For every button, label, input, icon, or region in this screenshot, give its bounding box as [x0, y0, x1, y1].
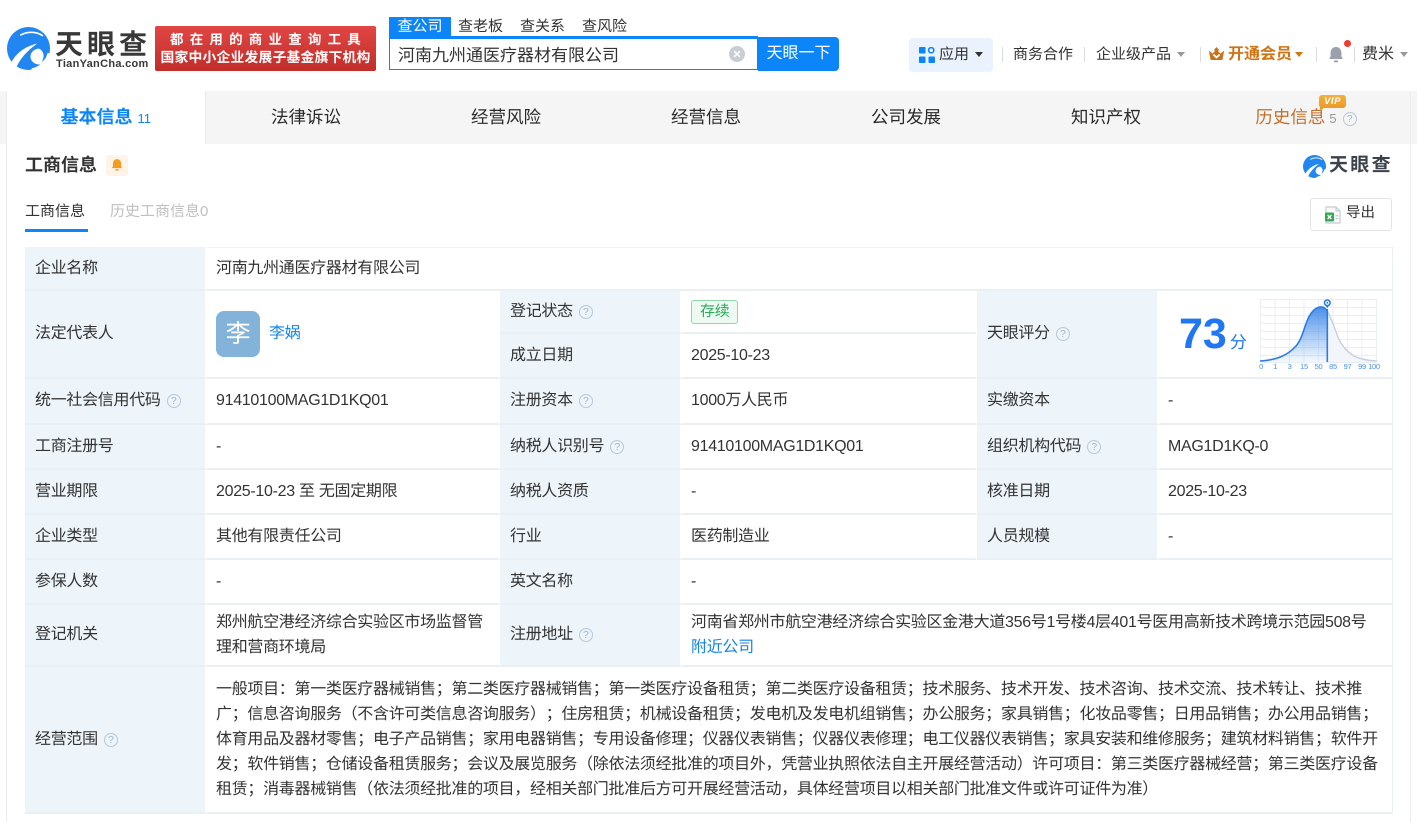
svg-text:85: 85	[1329, 362, 1337, 371]
svg-text:50: 50	[1315, 362, 1323, 371]
svg-text:3: 3	[1288, 362, 1292, 371]
svg-text:99: 99	[1358, 362, 1366, 371]
svg-text:100: 100	[1368, 362, 1380, 371]
svg-text:97: 97	[1344, 362, 1352, 371]
svg-text:15: 15	[1300, 362, 1308, 371]
svg-text:0: 0	[1259, 362, 1263, 371]
svg-text:1: 1	[1273, 362, 1277, 371]
